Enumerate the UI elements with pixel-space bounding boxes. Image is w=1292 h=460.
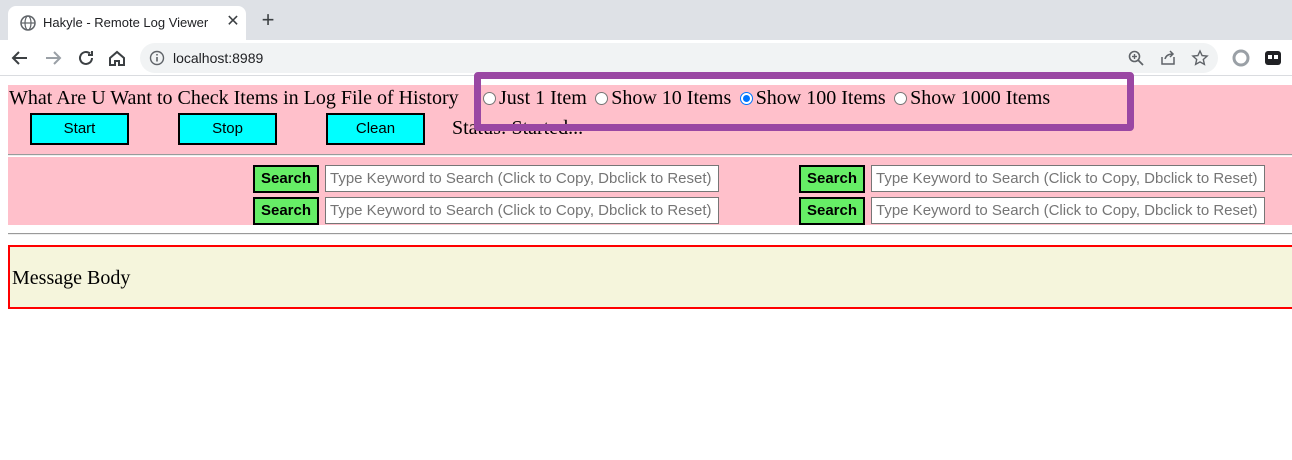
browser-toolbar: localhost:8989 <box>0 40 1292 76</box>
search-input-4[interactable]: Type Keyword to Search (Click to Copy, D… <box>871 197 1265 224</box>
radio-button-selected[interactable] <box>739 92 753 105</box>
radio-show-100-items[interactable]: Show 100 Items <box>739 87 886 110</box>
divider <box>8 233 1292 235</box>
control-panel: What Are U Want to Check Items in Log Fi… <box>8 72 1292 155</box>
radio-just-1-item[interactable]: Just 1 Item <box>483 87 587 110</box>
home-icon[interactable] <box>106 47 128 69</box>
extension-icon[interactable] <box>1231 48 1251 68</box>
search-button-2[interactable]: Search <box>799 165 865 193</box>
search-button-4[interactable]: Search <box>799 197 865 225</box>
info-icon[interactable] <box>149 50 165 66</box>
back-icon[interactable] <box>9 47 31 69</box>
radio-show-1000-items[interactable]: Show 1000 Items <box>894 87 1050 110</box>
search-button-1[interactable]: Search <box>253 165 319 193</box>
profile-icon[interactable] <box>1263 48 1283 68</box>
status-text: Status: Started... <box>452 117 584 139</box>
new-tab-icon[interactable]: + <box>258 9 278 31</box>
start-button[interactable]: Start <box>30 113 129 145</box>
tab-title: Hakyle - Remote Log Viewer <box>43 15 209 30</box>
radio-button[interactable] <box>595 92 609 105</box>
search-input-1[interactable]: Type Keyword to Search (Click to Copy, D… <box>325 165 719 192</box>
message-body-panel: Message Body <box>8 245 1292 309</box>
item-count-question: What Are U Want to Check Items in Log Fi… <box>9 87 459 109</box>
close-tab-icon[interactable]: ✕ <box>224 13 242 31</box>
message-body-text: Message Body <box>12 267 131 289</box>
url-text: localhost:8989 <box>173 50 264 66</box>
radio-show-10-items[interactable]: Show 10 Items <box>595 87 731 110</box>
globe-icon <box>20 15 36 31</box>
radio-label: Show 10 Items <box>611 87 732 109</box>
divider <box>8 154 1292 156</box>
radio-button[interactable] <box>483 92 496 105</box>
item-count-radio-group: Just 1 Item Show 10 Items Show 100 Items… <box>483 87 1054 113</box>
browser-tab-strip: Hakyle - Remote Log Viewer ✕ + <box>0 0 1292 40</box>
radio-label: Just 1 Item <box>499 87 587 109</box>
clean-button[interactable]: Clean <box>326 113 425 145</box>
radio-label: Show 1000 Items <box>910 87 1051 109</box>
radio-button[interactable] <box>894 92 908 105</box>
bookmark-star-icon[interactable] <box>1191 49 1209 67</box>
search-panel: Search Type Keyword to Search (Click to … <box>8 157 1292 225</box>
search-input-2[interactable]: Type Keyword to Search (Click to Copy, D… <box>871 165 1265 192</box>
radio-label: Show 100 Items <box>755 87 886 109</box>
zoom-icon[interactable] <box>1127 49 1145 67</box>
browser-tab[interactable]: Hakyle - Remote Log Viewer ✕ <box>8 6 246 40</box>
reload-icon[interactable] <box>75 47 97 69</box>
search-button-3[interactable]: Search <box>253 197 319 225</box>
forward-icon[interactable] <box>42 47 64 69</box>
stop-button[interactable]: Stop <box>178 113 277 145</box>
address-bar[interactable]: localhost:8989 <box>140 43 1218 73</box>
page-content: What Are U Want to Check Items in Log Fi… <box>0 72 1292 460</box>
search-input-3[interactable]: Type Keyword to Search (Click to Copy, D… <box>325 197 719 224</box>
share-icon[interactable] <box>1159 49 1177 67</box>
